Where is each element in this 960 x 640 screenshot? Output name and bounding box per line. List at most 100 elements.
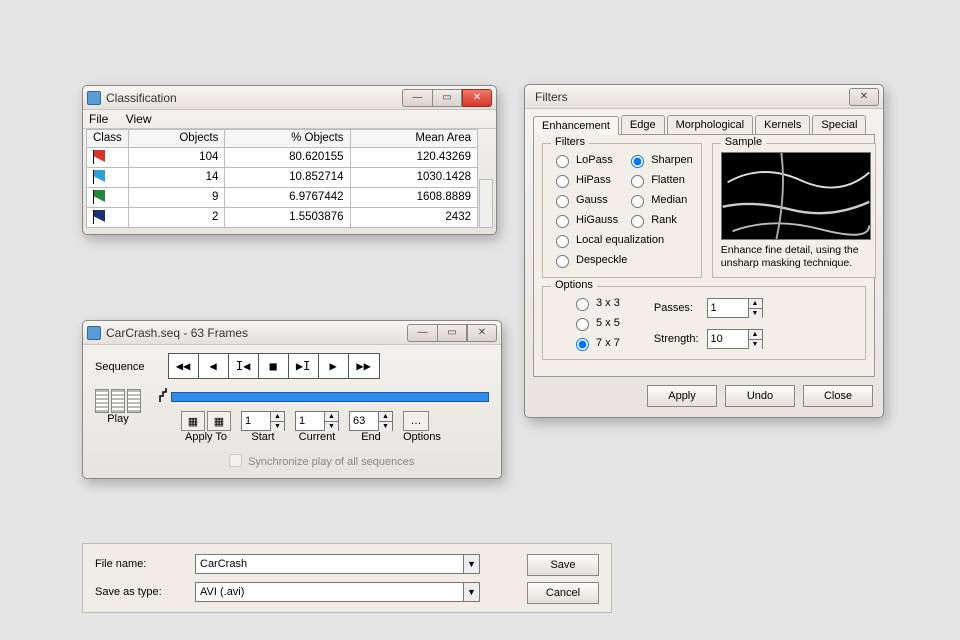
table-row[interactable]: 1410.8527141030.1428 <box>87 167 478 187</box>
tab-edge[interactable]: Edge <box>621 115 665 134</box>
radio-input[interactable] <box>556 235 569 248</box>
chevron-down-icon[interactable]: ▼ <box>463 583 479 601</box>
filters-window: Filters ✕ Enhancement Edge Morphological… <box>524 84 884 418</box>
tab-enhancement[interactable]: Enhancement <box>533 116 619 135</box>
start-spin[interactable]: ▲▼ <box>241 411 285 431</box>
cancel-button[interactable]: Cancel <box>527 582 599 604</box>
radio-input[interactable] <box>556 195 569 208</box>
next-frame-button[interactable]: ▶I <box>289 354 319 378</box>
passes-input[interactable] <box>708 299 748 317</box>
radio-input[interactable] <box>631 215 644 228</box>
options-button[interactable]: … <box>403 411 429 431</box>
radio-median[interactable]: Median <box>626 192 693 208</box>
spin-down-icon[interactable]: ▼ <box>748 309 762 318</box>
radio-k3[interactable]: 3 x 3 <box>571 295 620 311</box>
col-class[interactable]: Class <box>87 130 129 148</box>
vertical-scrollbar[interactable] <box>479 179 493 228</box>
spin-down-icon[interactable]: ▼ <box>270 422 284 431</box>
apply-button[interactable]: Apply <box>647 385 717 407</box>
maximize-button[interactable]: ▭ <box>437 324 467 342</box>
applyto-icon-2[interactable]: ▦ <box>207 411 231 431</box>
spin-down-icon[interactable]: ▼ <box>748 340 762 349</box>
close-button[interactable]: ✕ <box>849 88 879 106</box>
spin-down-icon[interactable]: ▼ <box>324 422 338 431</box>
tab-special[interactable]: Special <box>812 115 866 134</box>
step-back-button[interactable]: ◀ <box>199 354 229 378</box>
sequence-titlebar[interactable]: CarCrash.seq - 63 Frames — ▭ ✕ <box>83 321 501 345</box>
radio-rank[interactable]: Rank <box>626 212 693 228</box>
fast-fwd-button[interactable]: ▶▶ <box>349 354 379 378</box>
current-spin[interactable]: ▲▼ <box>295 411 339 431</box>
savetype-combo[interactable]: ▼ <box>195 582 480 602</box>
radio-input[interactable] <box>576 318 589 331</box>
filters-titlebar[interactable]: Filters ✕ <box>525 85 883 109</box>
start-input[interactable] <box>242 412 270 430</box>
radio-k7[interactable]: 7 x 7 <box>571 335 620 351</box>
radio-k5[interactable]: 5 x 5 <box>571 315 620 331</box>
radio-localeq[interactable]: Local equalization <box>551 232 693 248</box>
col-objects[interactable]: Objects <box>128 130 225 148</box>
passes-spin[interactable]: ▲▼ <box>707 298 763 318</box>
options-group-label: Options <box>551 279 597 291</box>
radio-sharpen[interactable]: Sharpen <box>626 152 693 168</box>
filename-input[interactable] <box>196 555 463 573</box>
radio-input[interactable] <box>556 175 569 188</box>
rewind-button[interactable]: ◀◀ <box>169 354 199 378</box>
end-input[interactable] <box>350 412 378 430</box>
radio-lopass[interactable]: LoPass <box>551 152 618 168</box>
play-icon[interactable] <box>95 389 141 413</box>
prev-frame-button[interactable]: I◀ <box>229 354 259 378</box>
radio-higauss[interactable]: HiGauss <box>551 212 618 228</box>
maximize-button[interactable]: ▭ <box>432 89 462 107</box>
classification-titlebar[interactable]: Classification — ▭ ✕ <box>83 86 496 110</box>
minimize-button[interactable]: — <box>407 324 437 342</box>
radio-flatten[interactable]: Flatten <box>626 172 693 188</box>
radio-input[interactable] <box>556 215 569 228</box>
spin-up-icon[interactable]: ▲ <box>378 412 392 422</box>
radio-input[interactable] <box>631 155 644 168</box>
radio-gauss[interactable]: Gauss <box>551 192 618 208</box>
sync-checkbox[interactable] <box>229 454 242 467</box>
undo-button[interactable]: Undo <box>725 385 795 407</box>
applyto-label: Apply To <box>181 431 231 443</box>
end-spin[interactable]: ▲▼ <box>349 411 393 431</box>
spin-up-icon[interactable]: ▲ <box>324 412 338 422</box>
strength-input[interactable] <box>708 330 748 348</box>
table-row[interactable]: 96.97674421608.8889 <box>87 187 478 207</box>
save-panel: File name: ▼ Save as type: ▼ Save Cancel <box>82 543 612 613</box>
chevron-down-icon[interactable]: ▼ <box>463 555 479 573</box>
current-input[interactable] <box>296 412 324 430</box>
radio-input[interactable] <box>576 298 589 311</box>
tab-kernels[interactable]: Kernels <box>755 115 810 134</box>
table-row[interactable]: 10480.620155120.43269 <box>87 147 478 167</box>
radio-hipass[interactable]: HiPass <box>551 172 618 188</box>
radio-input[interactable] <box>556 155 569 168</box>
radio-despeckle[interactable]: Despeckle <box>551 252 693 268</box>
minimize-button[interactable]: — <box>402 89 432 107</box>
applyto-icon[interactable]: ▦ <box>181 411 205 431</box>
table-row[interactable]: 21.55038762432 <box>87 207 478 227</box>
spin-down-icon[interactable]: ▼ <box>378 422 392 431</box>
classification-menubar: File View <box>83 110 496 129</box>
timeline[interactable] <box>159 385 489 403</box>
savetype-input[interactable] <box>196 583 463 601</box>
radio-input[interactable] <box>631 175 644 188</box>
close-button[interactable]: Close <box>803 385 873 407</box>
spin-up-icon[interactable]: ▲ <box>748 299 762 309</box>
menu-view[interactable]: View <box>126 112 152 126</box>
stop-button[interactable]: ■ <box>259 354 289 378</box>
radio-input[interactable] <box>556 255 569 268</box>
save-button[interactable]: Save <box>527 554 599 576</box>
strength-spin[interactable]: ▲▼ <box>707 329 763 349</box>
menu-file[interactable]: File <box>89 112 108 126</box>
radio-input[interactable] <box>576 338 589 351</box>
radio-input[interactable] <box>631 195 644 208</box>
close-button[interactable]: ✕ <box>462 89 492 107</box>
step-fwd-button[interactable]: ▶ <box>319 354 349 378</box>
spin-up-icon[interactable]: ▲ <box>270 412 284 422</box>
close-button[interactable]: ✕ <box>467 324 497 342</box>
filename-combo[interactable]: ▼ <box>195 554 480 574</box>
tab-morphological[interactable]: Morphological <box>667 115 753 134</box>
spin-up-icon[interactable]: ▲ <box>748 330 762 340</box>
col-pct[interactable]: % Objects <box>225 130 350 148</box>
